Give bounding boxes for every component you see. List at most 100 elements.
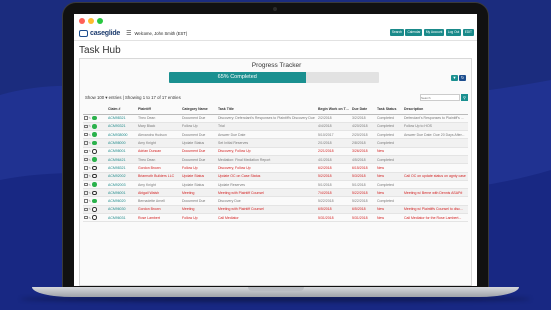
row-checkbox[interactable]: [84, 191, 88, 195]
claim-number-link[interactable]: ACM90321: [107, 122, 137, 132]
edit-icon[interactable]: ✎: [89, 174, 92, 178]
claim-number-link[interactable]: ACM92003: [107, 180, 137, 190]
edit-icon[interactable]: ✎: [89, 183, 92, 187]
plaintiff-cell: Briarmoth Builders LLC: [137, 172, 181, 181]
row-checkbox[interactable]: [84, 199, 88, 203]
complete-check-icon[interactable]: [92, 115, 97, 121]
table-row[interactable]: ✎ ACM98000 Amy Knight Update Status Set Init…: [83, 138, 468, 148]
edit-icon[interactable]: ✎: [89, 116, 92, 120]
row-checkbox[interactable]: [84, 124, 88, 129]
pending-check-icon[interactable]: [92, 173, 97, 179]
close-window-button[interactable]: [79, 18, 85, 24]
description-cell: [403, 163, 468, 173]
hamburger-menu-icon[interactable]: ☰: [126, 30, 131, 37]
claim-number-link[interactable]: ACM96421: [107, 155, 137, 165]
table-row[interactable]: ✎ ACM92003 Amy Knight Update Status Update R…: [83, 180, 468, 190]
claim-number-link[interactable]: ACM98321: [107, 114, 137, 123]
complete-check-icon[interactable]: [92, 124, 97, 129]
maximize-window-button[interactable]: [97, 18, 103, 24]
calendar-button[interactable]: Calendar: [405, 29, 423, 36]
row-checkbox[interactable]: [84, 207, 88, 212]
due-date-col-header[interactable]: Due Date: [351, 105, 376, 115]
claim-number-link[interactable]: ACM96001: [107, 188, 137, 198]
complete-check-icon[interactable]: [92, 132, 97, 137]
claim-number-link[interactable]: ACM98000: [107, 138, 137, 148]
edit-icon[interactable]: ✎: [89, 124, 92, 128]
edit-icon[interactable]: ✎: [89, 199, 92, 203]
edit-button[interactable]: EDIT: [462, 29, 474, 36]
row-actions: ✎: [83, 147, 107, 157]
row-checkbox[interactable]: [84, 215, 88, 220]
row-actions: ✎: [83, 205, 107, 215]
task-title-cell: Update Reserves: [217, 180, 317, 190]
category-col-header[interactable]: Category Name: [181, 105, 217, 115]
claim-number-link[interactable]: ACM92002: [107, 172, 137, 181]
category-cell: Update Status: [181, 180, 217, 190]
search-icon[interactable]: ⚲: [461, 94, 468, 101]
table-row[interactable]: ✎ ACM98321 Theo Dean Document Due Discovery:…: [83, 114, 468, 123]
select-col-header[interactable]: [83, 105, 107, 115]
category-cell: Update Status: [181, 172, 217, 181]
edit-icon[interactable]: ✎: [89, 133, 92, 137]
row-actions: ✎: [83, 172, 107, 181]
pending-check-icon[interactable]: [92, 165, 97, 171]
description-col-header[interactable]: Description: [403, 105, 468, 115]
category-cell: Follow Up: [181, 122, 217, 132]
my-account-button[interactable]: My Account: [423, 29, 445, 36]
claim-number-link[interactable]: ACM938000: [107, 130, 137, 140]
row-checkbox[interactable]: [84, 157, 88, 162]
complete-check-icon[interactable]: [92, 182, 97, 187]
row-checkbox[interactable]: [84, 149, 88, 154]
row-checkbox[interactable]: [84, 182, 88, 187]
log-out-button[interactable]: Log Out: [445, 29, 462, 36]
category-cell: Document Due: [181, 114, 217, 123]
edit-icon[interactable]: ✎: [89, 158, 92, 162]
row-checkbox[interactable]: [84, 166, 88, 170]
plaintiff-col-header[interactable]: Plaintiff: [137, 105, 181, 115]
caseglide-logo[interactable]: caseglide: [79, 29, 120, 37]
table-row[interactable]: ✎ ACM98001 Adrian Duncan Document Due Discov…: [83, 147, 468, 157]
table-row[interactable]: ✎ ACM98321 Gordon Brown Follow Up Discovery,…: [83, 163, 468, 173]
category-cell: Follow Up: [181, 213, 217, 223]
minimize-window-button[interactable]: [88, 18, 94, 24]
table-row[interactable]: ✎ ACM96421 Theo Dean Document Due Mediation:…: [83, 155, 468, 165]
table-row[interactable]: ✎ ACM96030 Gordon Brown Meeting Meeting with…: [83, 205, 468, 215]
table-row[interactable]: ✎ ACM96031 Rose Lambert Follow Up Call Media…: [83, 213, 468, 223]
table-row[interactable]: ✎ ACM96001 Abigail Walsh Meeting Meeting wit…: [83, 188, 468, 198]
refresh-icon[interactable]: ↻: [459, 75, 466, 81]
table-row[interactable]: ✎ ACM92002 Briarmoth Builders LLC Update St…: [83, 172, 468, 181]
edit-icon[interactable]: ✎: [89, 166, 92, 170]
pending-check-icon[interactable]: [92, 207, 97, 212]
row-checkbox[interactable]: [84, 116, 88, 120]
claim-number-link[interactable]: ACM96020: [107, 196, 137, 206]
pending-check-icon[interactable]: [92, 149, 97, 154]
edit-icon[interactable]: ✎: [89, 141, 92, 145]
edit-icon[interactable]: ✎: [89, 207, 92, 211]
task-status-col-header[interactable]: Task Status: [376, 105, 403, 115]
complete-check-icon[interactable]: [92, 140, 97, 146]
claim-number-link[interactable]: ACM98321: [107, 163, 137, 173]
edit-icon[interactable]: ✎: [89, 149, 92, 153]
row-checkbox[interactable]: [84, 141, 88, 145]
claim-number-link[interactable]: ACM96030: [107, 205, 137, 215]
claim-col-header[interactable]: Claim #: [107, 105, 137, 115]
edit-icon[interactable]: ✎: [89, 191, 92, 195]
table-row[interactable]: ✎ ACM96020 Bernadette Arnell Document Due Di…: [83, 196, 468, 206]
search-button[interactable]: Search: [389, 29, 404, 36]
row-checkbox[interactable]: [84, 132, 88, 137]
table-row[interactable]: ✎ ACM90321 Mary Black Follow Up Trial 4/4/201…: [83, 122, 468, 132]
filter-icon[interactable]: ▼: [451, 75, 458, 81]
claim-number-link[interactable]: ACM98001: [107, 147, 137, 157]
task-title-col-header[interactable]: Task Title: [217, 105, 317, 115]
complete-check-icon[interactable]: [92, 157, 97, 162]
table-row[interactable]: ✎ ACM938000 Alexandra Hudson Document Due An…: [83, 130, 468, 140]
table-search-input[interactable]: [420, 94, 460, 101]
pending-check-icon[interactable]: [92, 190, 97, 196]
pending-check-icon[interactable]: [92, 215, 97, 220]
description-cell: [403, 196, 468, 206]
row-checkbox[interactable]: [84, 174, 88, 178]
claim-number-link[interactable]: ACM96031: [107, 213, 137, 223]
complete-check-icon[interactable]: [92, 198, 97, 204]
edit-icon[interactable]: ✎: [89, 216, 92, 220]
begin-work-col-header[interactable]: Begin Work on Task: [317, 105, 351, 115]
